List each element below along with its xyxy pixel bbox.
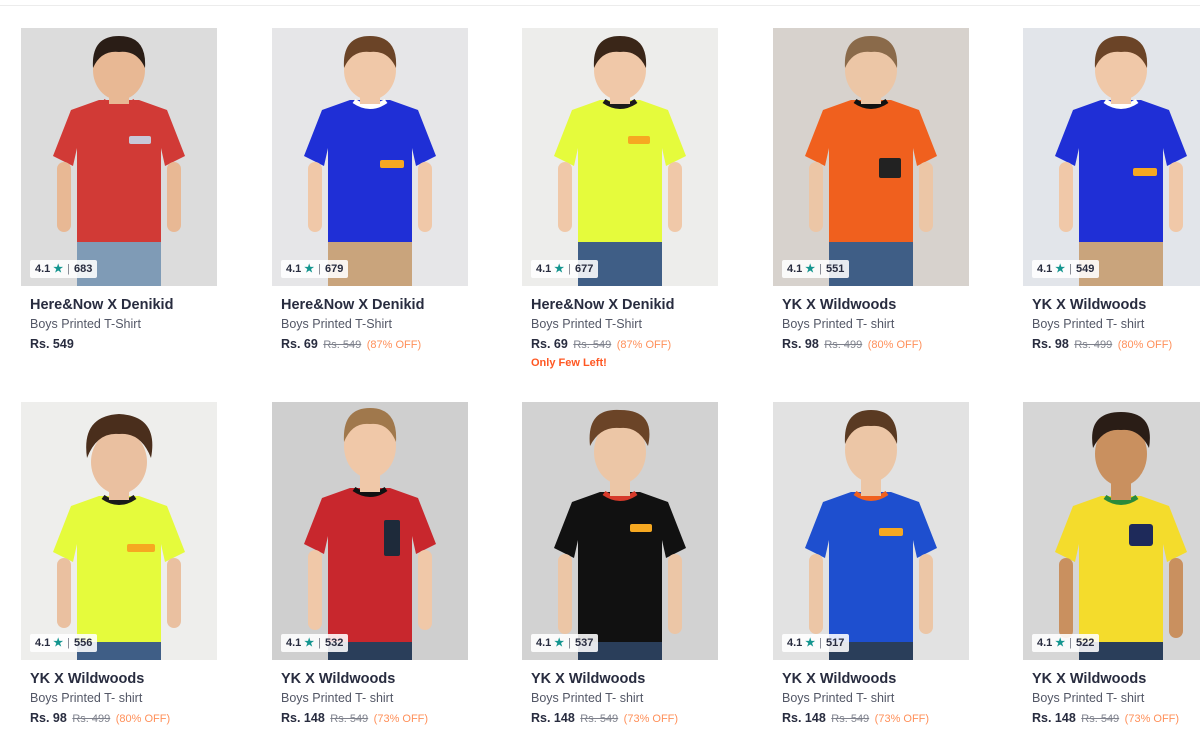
product-card[interactable]: 4.1 ★ | 517 YK X Wildwoods Boys Printed T- … [773,402,969,731]
product-photo [773,402,969,660]
star-icon: ★ [554,263,565,275]
product-card[interactable]: 4.1 ★ | 532 YK X Wildwoods Boys Printed T- … [272,402,468,731]
product-image[interactable]: 4.1 ★ | 556 [21,402,217,660]
product-brand: YK X Wildwoods [281,671,396,687]
product-image[interactable]: 4.1 ★ | 679 [272,28,468,286]
rating-badge: 4.1 ★ | 537 [531,634,599,652]
product-price: Rs. 98 Rs. 499 (80% OFF) [30,711,171,725]
product-photo [522,28,718,286]
product-grid: 4.1 ★ | 683 Here&Now X Denikid Boys Printed… [0,0,1200,742]
product-brand: Here&Now X Denikid [30,297,174,313]
product-brand: YK X Wildwoods [782,671,897,687]
product-price: Rs. 549 [30,337,74,351]
rating-badge: 4.1 ★ | 556 [30,634,98,652]
product-price: Rs. 98 Rs. 499 (80% OFF) [1032,337,1173,351]
product-card[interactable]: 4.1 ★ | 551 YK X Wildwoods Boys Printed T- … [773,28,969,357]
product-photo [1023,28,1200,286]
product-description: Boys Printed T- shirt [1032,691,1145,705]
product-brand: YK X Wildwoods [1032,297,1147,313]
rating-badge: 4.1 ★ | 683 [30,260,98,278]
star-icon: ★ [304,637,315,649]
product-brand: Here&Now X Denikid [281,297,425,313]
product-price: Rs. 148 Rs. 549 (73% OFF) [782,711,930,725]
product-price: Rs. 148 Rs. 549 (73% OFF) [281,711,429,725]
product-brand: YK X Wildwoods [30,671,145,687]
product-description: Boys Printed T- shirt [1032,317,1145,331]
product-card[interactable]: 4.1 ★ | 537 YK X Wildwoods Boys Printed T- … [522,402,718,731]
star-icon: ★ [53,637,64,649]
product-description: Boys Printed T- shirt [782,691,895,705]
product-photo [522,402,718,660]
rating-badge: 4.1 ★ | 549 [1032,260,1100,278]
product-photo [272,402,468,660]
product-brand: YK X Wildwoods [782,297,897,313]
product-description: Boys Printed T- shirt [281,691,394,705]
star-icon: ★ [304,263,315,275]
product-brand: YK X Wildwoods [531,671,646,687]
product-price: Rs. 69 Rs. 549 (87% OFF) [281,337,422,351]
stock-note: Only Few Left! [531,357,607,369]
star-icon: ★ [805,637,816,649]
product-card[interactable]: 4.1 ★ | 677 Here&Now X Denikid Boys Printed… [522,28,718,369]
product-image[interactable]: 4.1 ★ | 551 [773,28,969,286]
product-photo [1023,402,1200,660]
product-image[interactable]: 4.1 ★ | 537 [522,402,718,660]
product-photo [21,28,217,286]
product-price: Rs. 98 Rs. 499 (80% OFF) [782,337,923,351]
star-icon: ★ [53,263,64,275]
rating-badge: 4.1 ★ | 679 [281,260,349,278]
star-icon: ★ [1055,637,1066,649]
star-icon: ★ [554,637,565,649]
product-card[interactable]: 4.1 ★ | 549 YK X Wildwoods Boys Printed T- … [1023,28,1200,357]
product-brand: Here&Now X Denikid [531,297,675,313]
product-image[interactable]: 4.1 ★ | 517 [773,402,969,660]
product-description: Boys Printed T-Shirt [30,317,141,331]
product-price: Rs. 148 Rs. 549 (73% OFF) [1032,711,1180,725]
product-image[interactable]: 4.1 ★ | 522 [1023,402,1200,660]
product-image[interactable]: 4.1 ★ | 677 [522,28,718,286]
product-description: Boys Printed T-Shirt [531,317,642,331]
product-price: Rs. 69 Rs. 549 (87% OFF) [531,337,672,351]
rating-badge: 4.1 ★ | 522 [1032,634,1100,652]
product-description: Boys Printed T- shirt [30,691,143,705]
product-photo [272,28,468,286]
rating-badge: 4.1 ★ | 517 [782,634,850,652]
product-image[interactable]: 4.1 ★ | 683 [21,28,217,286]
product-image[interactable]: 4.1 ★ | 532 [272,402,468,660]
product-description: Boys Printed T-Shirt [281,317,392,331]
product-description: Boys Printed T- shirt [782,317,895,331]
rating-badge: 4.1 ★ | 677 [531,260,599,278]
product-card[interactable]: 4.1 ★ | 683 Here&Now X Denikid Boys Printed… [21,28,217,357]
product-description: Boys Printed T- shirt [531,691,644,705]
product-card[interactable]: 4.1 ★ | 556 YK X Wildwoods Boys Printed T- … [21,402,217,731]
product-photo [21,402,217,660]
product-image[interactable]: 4.1 ★ | 549 [1023,28,1200,286]
rating-badge: 4.1 ★ | 532 [281,634,349,652]
star-icon: ★ [805,263,816,275]
product-card[interactable]: 4.1 ★ | 522 YK X Wildwoods Boys Printed T- … [1023,402,1200,731]
product-card[interactable]: 4.1 ★ | 679 Here&Now X Denikid Boys Printed… [272,28,468,357]
star-icon: ★ [1055,263,1066,275]
product-photo [773,28,969,286]
product-price: Rs. 148 Rs. 549 (73% OFF) [531,711,679,725]
rating-badge: 4.1 ★ | 551 [782,260,850,278]
product-brand: YK X Wildwoods [1032,671,1147,687]
